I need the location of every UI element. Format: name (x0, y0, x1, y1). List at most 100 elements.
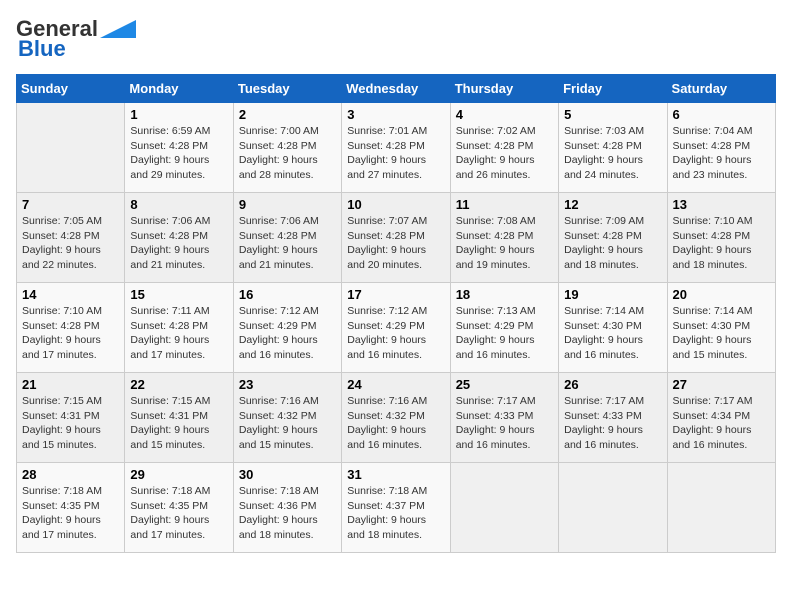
day-info: Sunrise: 7:12 AMSunset: 4:29 PMDaylight:… (239, 304, 336, 363)
calendar-cell: 15 Sunrise: 7:11 AMSunset: 4:28 PMDayligh… (125, 283, 233, 373)
weekday-header-friday: Friday (559, 75, 667, 103)
calendar-cell: 2Sunrise: 7:00 AMSunset: 4:28 PMDaylight… (233, 103, 341, 193)
day-number: 28 (22, 467, 119, 482)
day-info: Sunrise: 7:18 AMSunset: 4:35 PMDaylight:… (22, 484, 119, 543)
day-info: Sunrise: 7:14 AMSunset: 4:30 PMDaylight:… (564, 304, 661, 363)
day-number: 31 (347, 467, 444, 482)
day-number: 25 (456, 377, 553, 392)
calendar-cell: 5 Sunrise: 7:03 AMSunset: 4:28 PMDaylight… (559, 103, 667, 193)
calendar-cell: 22Sunrise: 7:15 AMSunset: 4:31 PMDayligh… (125, 373, 233, 463)
calendar-cell: 20Sunrise: 7:14 AMSunset: 4:30 PMDayligh… (667, 283, 775, 373)
day-number: 10 (347, 197, 444, 212)
week-row-2: 7 Sunrise: 7:05 AMSunset: 4:28 PMDaylight… (17, 193, 776, 283)
day-info: Sunrise: 7:15 AMSunset: 4:31 PMDaylight:… (22, 394, 119, 453)
day-number: 20 (673, 287, 770, 302)
calendar-cell: 6 Sunrise: 7:04 AMSunset: 4:28 PMDaylight… (667, 103, 775, 193)
calendar-cell: 31 Sunrise: 7:18 AMSunset: 4:37 PMDayligh… (342, 463, 450, 553)
day-info: Sunrise: 6:59 AMSunset: 4:28 PMDaylight:… (130, 124, 227, 183)
day-info: Sunrise: 7:11 AMSunset: 4:28 PMDaylight:… (130, 304, 227, 363)
day-info: Sunrise: 7:08 AMSunset: 4:28 PMDaylight:… (456, 214, 553, 273)
logo-icon (100, 20, 136, 38)
day-info: Sunrise: 7:03 AMSunset: 4:28 PMDaylight:… (564, 124, 661, 183)
day-info: Sunrise: 7:02 AMSunset: 4:28 PMDaylight:… (456, 124, 553, 183)
day-number: 29 (130, 467, 227, 482)
calendar-cell: 13 Sunrise: 7:10 AMSunset: 4:28 PMDayligh… (667, 193, 775, 283)
calendar-cell: 12 Sunrise: 7:09 AMSunset: 4:28 PMDayligh… (559, 193, 667, 283)
weekday-header-saturday: Saturday (667, 75, 775, 103)
calendar-cell: 25 Sunrise: 7:17 AMSunset: 4:33 PMDayligh… (450, 373, 558, 463)
day-info: Sunrise: 7:10 AMSunset: 4:28 PMDaylight:… (673, 214, 770, 273)
day-info: Sunrise: 7:12 AMSunset: 4:29 PMDaylight:… (347, 304, 444, 363)
week-row-3: 14Sunrise: 7:10 AMSunset: 4:28 PMDayligh… (17, 283, 776, 373)
week-row-1: 1 Sunrise: 6:59 AMSunset: 4:28 PMDaylight… (17, 103, 776, 193)
weekday-header-thursday: Thursday (450, 75, 558, 103)
day-number: 30 (239, 467, 336, 482)
day-number: 4 (456, 107, 553, 122)
day-info: Sunrise: 7:05 AMSunset: 4:28 PMDaylight:… (22, 214, 119, 273)
weekday-header-wednesday: Wednesday (342, 75, 450, 103)
day-info: Sunrise: 7:18 AMSunset: 4:37 PMDaylight:… (347, 484, 444, 543)
day-info: Sunrise: 7:17 AMSunset: 4:33 PMDaylight:… (564, 394, 661, 453)
day-info: Sunrise: 7:13 AMSunset: 4:29 PMDaylight:… (456, 304, 553, 363)
calendar-cell: 18 Sunrise: 7:13 AMSunset: 4:29 PMDayligh… (450, 283, 558, 373)
day-number: 24 (347, 377, 444, 392)
calendar-cell: 17Sunrise: 7:12 AMSunset: 4:29 PMDayligh… (342, 283, 450, 373)
day-info: Sunrise: 7:18 AMSunset: 4:36 PMDaylight:… (239, 484, 336, 543)
day-number: 6 (673, 107, 770, 122)
weekday-header-row: SundayMondayTuesdayWednesdayThursdayFrid… (17, 75, 776, 103)
calendar-cell: 21 Sunrise: 7:15 AMSunset: 4:31 PMDayligh… (17, 373, 125, 463)
calendar-cell: 26 Sunrise: 7:17 AMSunset: 4:33 PMDayligh… (559, 373, 667, 463)
day-info: Sunrise: 7:15 AMSunset: 4:31 PMDaylight:… (130, 394, 227, 453)
weekday-header-sunday: Sunday (17, 75, 125, 103)
day-number: 13 (673, 197, 770, 212)
calendar-cell: 3 Sunrise: 7:01 AMSunset: 4:28 PMDaylight… (342, 103, 450, 193)
calendar-cell: 29Sunrise: 7:18 AMSunset: 4:35 PMDayligh… (125, 463, 233, 553)
day-number: 8 (130, 197, 227, 212)
day-number: 18 (456, 287, 553, 302)
page-header: General Blue (16, 16, 776, 62)
calendar-cell: 1 Sunrise: 6:59 AMSunset: 4:28 PMDaylight… (125, 103, 233, 193)
calendar-cell: 24 Sunrise: 7:16 AMSunset: 4:32 PMDayligh… (342, 373, 450, 463)
calendar-cell: 19 Sunrise: 7:14 AMSunset: 4:30 PMDayligh… (559, 283, 667, 373)
day-number: 5 (564, 107, 661, 122)
calendar-cell (667, 463, 775, 553)
day-number: 23 (239, 377, 336, 392)
day-number: 11 (456, 197, 553, 212)
calendar-cell (450, 463, 558, 553)
day-number: 16 (239, 287, 336, 302)
day-number: 19 (564, 287, 661, 302)
day-number: 26 (564, 377, 661, 392)
week-row-5: 28 Sunrise: 7:18 AMSunset: 4:35 PMDayligh… (17, 463, 776, 553)
day-number: 1 (130, 107, 227, 122)
day-info: Sunrise: 7:17 AMSunset: 4:34 PMDaylight:… (673, 394, 770, 453)
day-number: 21 (22, 377, 119, 392)
day-number: 7 (22, 197, 119, 212)
day-info: Sunrise: 7:16 AMSunset: 4:32 PMDaylight:… (347, 394, 444, 453)
calendar-cell: 4 Sunrise: 7:02 AMSunset: 4:28 PMDaylight… (450, 103, 558, 193)
day-number: 15 (130, 287, 227, 302)
calendar-cell (17, 103, 125, 193)
day-info: Sunrise: 7:04 AMSunset: 4:28 PMDaylight:… (673, 124, 770, 183)
day-number: 9 (239, 197, 336, 212)
calendar-cell (559, 463, 667, 553)
day-number: 12 (564, 197, 661, 212)
day-info: Sunrise: 7:09 AMSunset: 4:28 PMDaylight:… (564, 214, 661, 273)
calendar-cell: 28 Sunrise: 7:18 AMSunset: 4:35 PMDayligh… (17, 463, 125, 553)
calendar-cell: 27Sunrise: 7:17 AMSunset: 4:34 PMDayligh… (667, 373, 775, 463)
day-info: Sunrise: 7:06 AMSunset: 4:28 PMDaylight:… (239, 214, 336, 273)
calendar-cell: 30 Sunrise: 7:18 AMSunset: 4:36 PMDayligh… (233, 463, 341, 553)
calendar-cell: 8 Sunrise: 7:06 AMSunset: 4:28 PMDaylight… (125, 193, 233, 283)
day-info: Sunrise: 7:01 AMSunset: 4:28 PMDaylight:… (347, 124, 444, 183)
logo-blue: Blue (18, 36, 66, 62)
calendar-cell: 11 Sunrise: 7:08 AMSunset: 4:28 PMDayligh… (450, 193, 558, 283)
logo: General Blue (16, 16, 136, 62)
week-row-4: 21 Sunrise: 7:15 AMSunset: 4:31 PMDayligh… (17, 373, 776, 463)
calendar-cell: 16 Sunrise: 7:12 AMSunset: 4:29 PMDayligh… (233, 283, 341, 373)
day-info: Sunrise: 7:16 AMSunset: 4:32 PMDaylight:… (239, 394, 336, 453)
day-info: Sunrise: 7:17 AMSunset: 4:33 PMDaylight:… (456, 394, 553, 453)
day-number: 3 (347, 107, 444, 122)
calendar-cell: 9 Sunrise: 7:06 AMSunset: 4:28 PMDaylight… (233, 193, 341, 283)
calendar-table: SundayMondayTuesdayWednesdayThursdayFrid… (16, 74, 776, 553)
day-info: Sunrise: 7:06 AMSunset: 4:28 PMDaylight:… (130, 214, 227, 273)
weekday-header-monday: Monday (125, 75, 233, 103)
